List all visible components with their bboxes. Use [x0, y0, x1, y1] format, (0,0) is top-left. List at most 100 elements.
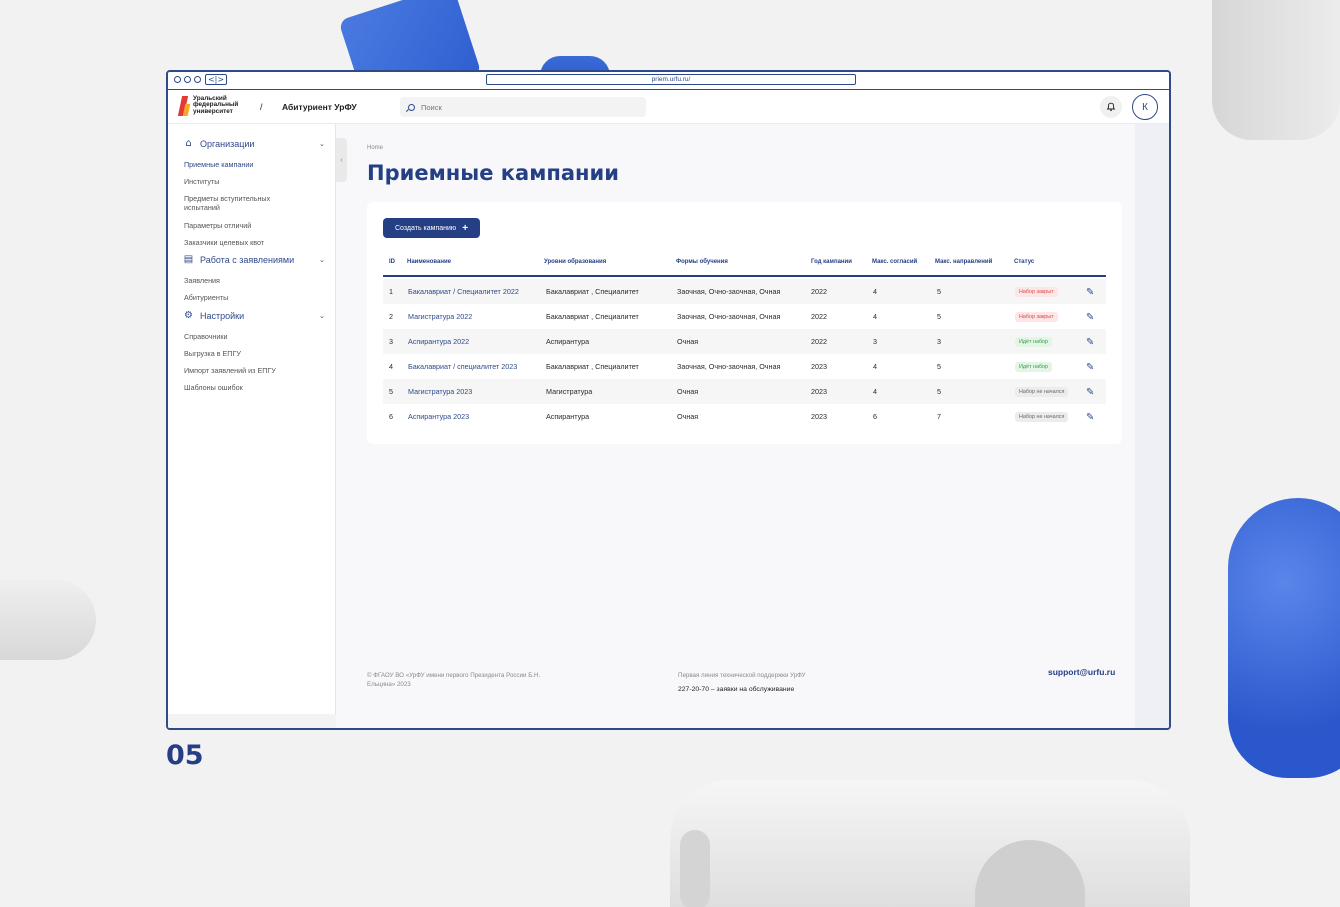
- row-id: 3: [389, 337, 393, 346]
- decorative-pipe-hole: [680, 830, 710, 907]
- table-row[interactable]: 3 Аспирантура 2022 Аспирантура Очная 2022 3 3 И…: [383, 329, 1106, 354]
- search-input[interactable]: [421, 102, 621, 112]
- browser-window: <|> priem.urfu.ru/ Уральский федеральный…: [166, 70, 1171, 730]
- edit-icon[interactable]: ✎: [1086, 387, 1094, 398]
- create-campaign-button[interactable]: Создать кампанию +: [383, 218, 481, 238]
- footer-phone: 227-20-70 – заявки на обслуживание: [678, 686, 795, 693]
- column-header-name[interactable]: Наименование: [407, 259, 451, 265]
- edit-icon[interactable]: ✎: [1086, 312, 1094, 323]
- row-max-directions: 5: [937, 362, 941, 371]
- sidebar-item-quota-customers[interactable]: Заказчики целевых квот: [184, 238, 304, 247]
- decorative-blue-blob: [1228, 498, 1340, 778]
- edit-icon[interactable]: ✎: [1086, 337, 1094, 348]
- table-row[interactable]: 2 Магистратура 2022 Бакалавриат , Специали…: [383, 304, 1106, 329]
- row-max-directions: 5: [937, 312, 941, 321]
- sidebar: ⌂ Организации ⌄ Приемные кампании Инстит…: [168, 124, 336, 728]
- row-forms: Очная: [677, 387, 699, 396]
- sidebar-item-export-epgu[interactable]: Выгрузка в ЕПГУ: [184, 349, 304, 358]
- campaign-name-link[interactable]: Бакалавриат / специалитет 2023: [408, 362, 517, 371]
- page-title: Приемные кампании: [367, 161, 619, 185]
- search-box[interactable]: [400, 97, 646, 117]
- search-icon: [408, 103, 415, 111]
- row-max-directions: 5: [937, 387, 941, 396]
- row-levels: Аспирантура: [546, 337, 590, 346]
- campaigns-card: Создать кампанию + ID Наименование Уровн…: [367, 202, 1122, 444]
- chevron-down-icon[interactable]: ⌄: [319, 140, 325, 148]
- edit-icon[interactable]: ✎: [1086, 362, 1094, 373]
- chevron-down-icon[interactable]: ⌄: [319, 312, 325, 320]
- row-forms: Очная: [677, 337, 699, 346]
- university-logo[interactable]: Уральский федеральный университет: [180, 95, 249, 116]
- edit-icon[interactable]: ✎: [1086, 412, 1094, 423]
- sidebar-group-settings[interactable]: ⚙ Настройки: [183, 310, 244, 321]
- sidebar-item-distinction-params[interactable]: Параметры отличий: [184, 221, 304, 230]
- sidebar-item-applications[interactable]: Заявления: [184, 276, 304, 285]
- status-badge: Набор не начался: [1015, 387, 1069, 397]
- window-dot[interactable]: [184, 76, 191, 83]
- status-badge: Набор закрыт: [1015, 312, 1058, 322]
- column-header-status[interactable]: Статус: [1014, 259, 1034, 265]
- sidebar-item-entrance-subjects[interactable]: Предметы вступительных испытаний: [184, 194, 304, 212]
- campaign-name-link[interactable]: Бакалавриат / Специалитет 2022: [408, 287, 519, 296]
- table-row[interactable]: 5 Магистратура 2023 Магистратура Очная 2023 4…: [383, 379, 1106, 404]
- chevron-down-icon[interactable]: ⌄: [319, 256, 325, 264]
- user-avatar[interactable]: К: [1132, 94, 1158, 120]
- url-bar[interactable]: priem.urfu.ru/: [486, 74, 856, 85]
- row-levels: Аспирантура: [546, 412, 590, 421]
- campaign-name-link[interactable]: Аспирантура 2022: [408, 337, 469, 346]
- sidebar-item-institutes[interactable]: Институты: [184, 177, 304, 186]
- footer-email-link[interactable]: support@urfu.ru: [1048, 667, 1115, 677]
- column-header-levels[interactable]: Уровни образования: [544, 259, 606, 265]
- campaign-name-link[interactable]: Магистратура 2023: [408, 387, 472, 396]
- decorative-grey-pipe: [670, 780, 1190, 907]
- notifications-bell-icon[interactable]: [1100, 96, 1122, 118]
- building-icon: ⌂: [185, 138, 192, 149]
- sidebar-item-import-epgu[interactable]: Импорт заявлений из ЕПГУ: [184, 366, 304, 375]
- sidebar-group-applications[interactable]: ▤ Работа с заявлениями: [183, 254, 294, 265]
- status-badge: Набор закрыт: [1015, 287, 1058, 297]
- row-forms: Заочная, Очно-заочная, Очная: [677, 362, 781, 371]
- column-header-year[interactable]: Год кампании: [811, 259, 852, 265]
- scroll-gutter: [1135, 124, 1169, 728]
- breadcrumb-separator: /: [260, 102, 263, 112]
- row-levels: Бакалавриат , Специалитет: [546, 287, 639, 296]
- row-max-consents: 4: [873, 362, 877, 371]
- row-year: 2023: [811, 362, 827, 371]
- window-dot[interactable]: [174, 76, 181, 83]
- sidebar-item-directories[interactable]: Справочники: [184, 332, 304, 341]
- app-name[interactable]: Абитуриент УрФУ: [282, 102, 357, 112]
- row-levels: Магистратура: [546, 387, 593, 396]
- window-dots: [174, 76, 201, 83]
- table-row[interactable]: 4 Бакалавриат / специалитет 2023 Бакалаври…: [383, 354, 1106, 379]
- create-campaign-label: Создать кампанию: [395, 224, 457, 232]
- urfu-logo-icon: [180, 96, 190, 116]
- decorative-grey-tube: [0, 580, 96, 660]
- nav-arrows-icon[interactable]: <|>: [205, 74, 227, 85]
- sidebar-collapse-handle[interactable]: ‹: [336, 138, 347, 182]
- row-id: 2: [389, 312, 393, 321]
- column-header-id[interactable]: ID: [389, 259, 395, 265]
- sidebar-item-admission-campaigns[interactable]: Приемные кампании: [184, 160, 304, 169]
- row-max-consents: 4: [873, 287, 877, 296]
- table-row[interactable]: 1 Бакалавриат / Специалитет 2022 Бакалаври…: [383, 279, 1106, 304]
- column-header-max-consents[interactable]: Макс. согласий: [872, 259, 917, 265]
- status-badge: Идёт набор: [1015, 337, 1053, 347]
- table-row[interactable]: 6 Аспирантура 2023 Аспирантура Очная 2023 6 7 Н…: [383, 404, 1106, 429]
- sidebar-item-error-templates[interactable]: Шаблоны ошибок: [184, 383, 304, 392]
- campaign-name-link[interactable]: Аспирантура 2023: [408, 412, 469, 421]
- sidebar-group-organizations[interactable]: ⌂ Организации: [183, 138, 254, 149]
- row-year: 2022: [811, 337, 827, 346]
- breadcrumb[interactable]: Home: [367, 145, 383, 151]
- sidebar-item-applicants[interactable]: Абитуриенты: [184, 293, 304, 302]
- row-levels: Бакалавриат , Специалитет: [546, 312, 639, 321]
- row-year: 2022: [811, 287, 827, 296]
- row-max-consents: 3: [873, 337, 877, 346]
- row-forms: Заочная, Очно-заочная, Очная: [677, 312, 781, 321]
- column-header-max-directions[interactable]: Макс. направлений: [935, 259, 992, 265]
- column-header-forms[interactable]: Формы обучения: [676, 259, 728, 265]
- row-id: 4: [389, 362, 393, 371]
- edit-icon[interactable]: ✎: [1086, 287, 1094, 298]
- window-dot[interactable]: [194, 76, 201, 83]
- row-levels: Бакалавриат , Специалитет: [546, 362, 639, 371]
- campaign-name-link[interactable]: Магистратура 2022: [408, 312, 472, 321]
